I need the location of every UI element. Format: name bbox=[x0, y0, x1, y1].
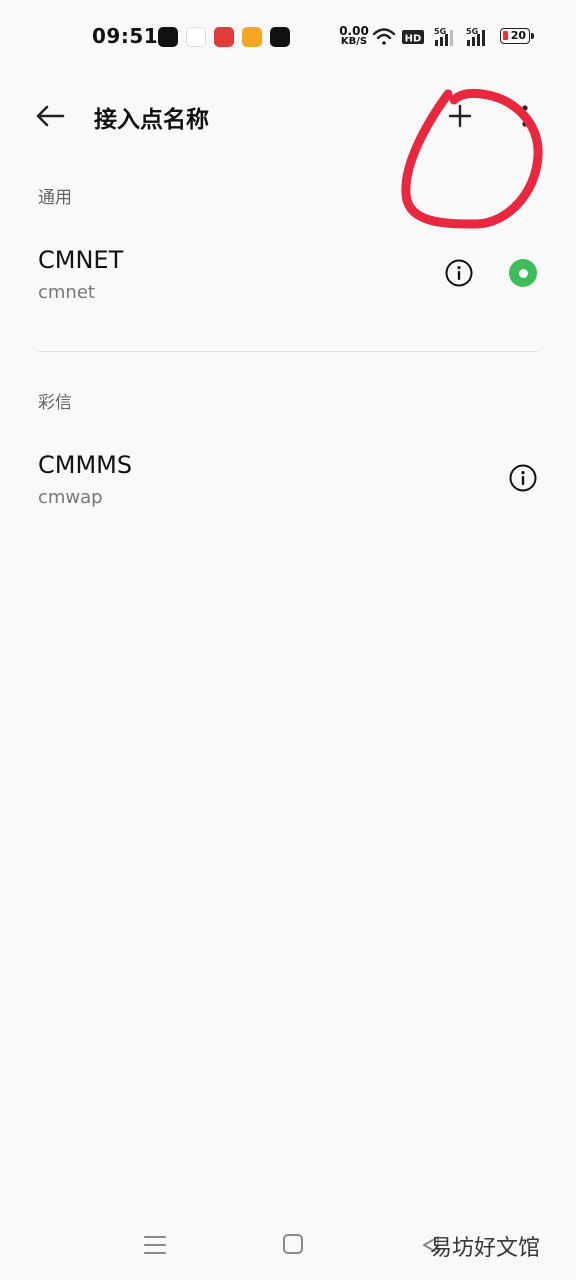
plus-icon bbox=[448, 104, 472, 128]
app-toolbar: 接入点名称 bbox=[0, 80, 576, 152]
section-header-mms: 彩信 bbox=[38, 393, 72, 413]
recent-apps-button[interactable] bbox=[142, 1232, 168, 1258]
menu-icon bbox=[144, 1236, 166, 1254]
apn-selected-radio[interactable] bbox=[509, 259, 537, 287]
app-notification-icon bbox=[186, 27, 206, 47]
svg-text:HD: HD bbox=[405, 34, 422, 45]
section-divider bbox=[38, 351, 538, 352]
hd-icon: HD bbox=[402, 30, 424, 45]
battery-tip bbox=[531, 33, 534, 39]
add-apn-button[interactable] bbox=[440, 96, 480, 136]
app-notification-icon bbox=[158, 27, 178, 47]
app-notification-icon bbox=[242, 27, 262, 47]
watermark-text: 易坊好文馆 bbox=[430, 1236, 541, 1261]
back-button[interactable] bbox=[30, 96, 70, 136]
network-speed-unit: KB/S bbox=[340, 36, 368, 47]
apn-info-button[interactable] bbox=[508, 463, 538, 493]
status-bar: 09:51 0.00 KB/S HD 5G 5G 20 bbox=[0, 0, 576, 72]
app-notification-icon bbox=[270, 27, 290, 47]
signal-5g-icon: 5G bbox=[434, 27, 453, 46]
arrow-left-icon bbox=[36, 105, 65, 127]
status-time: 09:51 bbox=[92, 24, 159, 48]
apn-info-button[interactable] bbox=[444, 258, 474, 288]
wifi-icon bbox=[372, 28, 396, 45]
home-square-icon bbox=[283, 1234, 303, 1254]
apn-name: CMMMS bbox=[38, 451, 133, 479]
signal-5g-icon: 5G bbox=[466, 27, 485, 46]
more-vertical-icon bbox=[522, 105, 528, 127]
info-icon bbox=[445, 259, 473, 287]
apn-value: cmnet bbox=[38, 282, 95, 303]
app-notification-icon bbox=[214, 27, 234, 47]
apn-item-cmmms[interactable]: CMMMS cmwap bbox=[0, 451, 576, 541]
apn-value: cmwap bbox=[38, 487, 103, 508]
status-icons: HD 5G 5G bbox=[372, 27, 485, 46]
notification-icons bbox=[158, 27, 290, 47]
network-speed: 0.00 KB/S bbox=[338, 25, 370, 47]
more-options-button[interactable] bbox=[505, 96, 545, 136]
home-button[interactable] bbox=[281, 1232, 305, 1256]
radio-dot bbox=[518, 268, 528, 278]
battery-level: 20 bbox=[510, 29, 526, 42]
svg-text:5G: 5G bbox=[466, 27, 478, 36]
apn-name: CMNET bbox=[38, 246, 124, 274]
svg-text:5G: 5G bbox=[434, 27, 446, 36]
apn-item-cmnet[interactable]: CMNET cmnet bbox=[0, 246, 576, 336]
info-icon bbox=[509, 464, 537, 492]
section-header-general: 通用 bbox=[38, 188, 72, 208]
battery-icon: 20 bbox=[500, 28, 530, 44]
page-title: 接入点名称 bbox=[94, 107, 209, 133]
